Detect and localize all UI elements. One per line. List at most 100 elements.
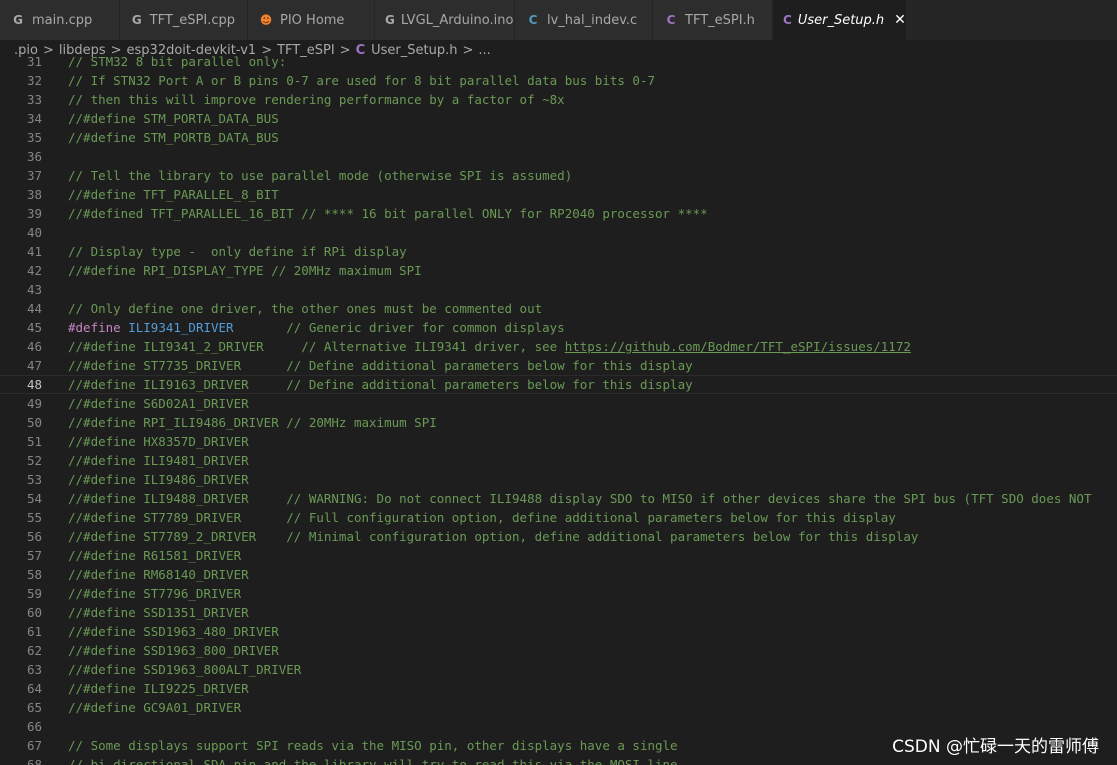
code-line: 39 //#defined TFT_PARALLEL_16_BIT // ****… <box>0 204 1117 223</box>
tab-label: LVGL_Arduino.ino <box>400 12 514 28</box>
code-line: 61 //#define SSD1963_480_DRIVER <box>0 622 1117 641</box>
code-comment: //#define RPI_ILI9486_DRIVER // 20MHz ma… <box>68 415 437 430</box>
code-line: 35 //#define STM_PORTB_DATA_BUS <box>0 128 1117 147</box>
code-comment: //#define ILI9488_DRIVER // WARNING: Do … <box>68 491 1092 506</box>
line-number: 39 <box>26 206 42 221</box>
code-comment: //#define ILI9225_DRIVER <box>68 681 249 696</box>
code-text: // Tell the library to use parallel mode… <box>68 166 572 185</box>
tab-lvgl-arduino-ino[interactable]: G LVGL_Arduino.ino <box>375 0 515 40</box>
code-line: 58 //#define RM68140_DRIVER <box>0 565 1117 584</box>
code-comment: //#define R61581_DRIVER <box>68 548 242 563</box>
code-text: // Display type - only define if RPi dis… <box>68 242 407 261</box>
code-line: 51 //#define HX8357D_DRIVER <box>0 432 1117 451</box>
tab-label: main.cpp <box>32 12 93 28</box>
code-line: 62 //#define SSD1963_800_DRIVER <box>0 641 1117 660</box>
line-number: 50 <box>26 415 42 430</box>
line-number: 45 <box>26 320 42 335</box>
preprocessor-keyword: #define <box>68 320 121 335</box>
code-text: //#define SSD1963_800_DRIVER <box>68 641 279 660</box>
code-text: // STM32 8 bit parallel only: <box>68 52 286 71</box>
code-line: 57 //#define R61581_DRIVER <box>0 546 1117 565</box>
code-text: //#define S6D02A1_DRIVER <box>68 394 249 413</box>
line-number: 36 <box>26 149 42 164</box>
line-number: 54 <box>26 491 42 506</box>
code-text: //#define TFT_PARALLEL_8_BIT <box>68 185 279 204</box>
code-comment: //#define ST7796_DRIVER <box>68 586 242 601</box>
line-number: 38 <box>26 187 42 202</box>
code-comment: //#define RM68140_DRIVER <box>68 567 249 582</box>
code-text: //#define SSD1963_800ALT_DRIVER <box>68 660 301 679</box>
code-line: 49 //#define S6D02A1_DRIVER <box>0 394 1117 413</box>
code-text: //#define RPI_ILI9486_DRIVER // 20MHz ma… <box>68 413 437 432</box>
code-line: 34 //#define STM_PORTA_DATA_BUS <box>0 109 1117 128</box>
code-editor[interactable]: 31 // STM32 8 bit parallel only: 32 // If S… <box>0 52 1117 765</box>
tab-pio-home[interactable]: ☻ PIO Home <box>248 0 375 40</box>
code-comment: // bi-directional SDA pin and the librar… <box>68 757 686 765</box>
line-number: 66 <box>26 719 42 734</box>
code-comment: //#define S6D02A1_DRIVER <box>68 396 249 411</box>
code-text: // Only define one driver, the other one… <box>68 299 542 318</box>
code-line: 56 //#define ST7789_2_DRIVER // Minimal c… <box>0 527 1117 546</box>
code-comment: //#define TFT_PARALLEL_8_BIT <box>68 187 279 202</box>
code-line: 65 //#define GC9A01_DRIVER <box>0 698 1117 717</box>
line-number: 53 <box>26 472 42 487</box>
line-number: 46 <box>26 339 42 354</box>
code-text: //#define ILI9163_DRIVER // Define addit… <box>68 376 693 393</box>
line-number: 40 <box>26 225 42 240</box>
code-text: //#define GC9A01_DRIVER <box>68 698 241 717</box>
code-comment: //#define ST7789_2_DRIVER // Minimal con… <box>68 529 919 544</box>
h-file-icon: C <box>666 13 676 27</box>
line-number: 37 <box>26 168 42 183</box>
code-line: 42 //#define RPI_DISPLAY_TYPE // 20MHz ma… <box>0 261 1117 280</box>
line-number: 52 <box>26 453 42 468</box>
code-line: 53 //#define ILI9486_DRIVER <box>0 470 1117 489</box>
code-comment: //#define HX8357D_DRIVER <box>68 434 249 449</box>
code-text: // bi-directional SDA pin and the librar… <box>68 755 685 765</box>
code-text: //#define HX8357D_DRIVER <box>68 432 249 451</box>
code-text: //#define ST7796_DRIVER <box>68 584 241 603</box>
code-comment: //#defined TFT_PARALLEL_16_BIT // **** 1… <box>68 206 708 221</box>
line-number: 57 <box>26 548 42 563</box>
code-text: //#define ILI9225_DRIVER <box>68 679 249 698</box>
code-line: 31 // STM32 8 bit parallel only: <box>0 52 1117 71</box>
code-comment: //#define SSD1351_DRIVER <box>68 605 249 620</box>
tab-user-setup-h[interactable]: C User_Setup.h ✕ <box>773 0 907 40</box>
tab-tft-espi-h[interactable]: C TFT_eSPI.h <box>653 0 773 40</box>
tab-label: PIO Home <box>280 12 345 28</box>
cpp-file-icon: G <box>131 13 142 27</box>
code-text: //#define ILI9481_DRIVER <box>68 451 249 470</box>
code-text: #define ILI9341_DRIVER // Generic driver… <box>68 318 565 337</box>
macro-name: ILI9341_DRIVER <box>128 320 234 335</box>
line-number: 59 <box>26 586 42 601</box>
code-comment: //#define ILI9481_DRIVER <box>68 453 249 468</box>
code-line: 60 //#define SSD1351_DRIVER <box>0 603 1117 622</box>
code-comment: // then this will improve rendering perf… <box>68 92 565 107</box>
code-text: //#define ILI9486_DRIVER <box>68 470 249 489</box>
code-link[interactable]: https://github.com/Bodmer/TFT_eSPI/issue… <box>565 339 911 354</box>
code-comment: //#define STM_PORTB_DATA_BUS <box>68 130 279 145</box>
tab-main-cpp[interactable]: Gmain.cpp <box>0 0 120 40</box>
code-comment: // Tell the library to use parallel mode… <box>68 168 573 183</box>
watermark: CSDN @忙碌一天的雷师傅 <box>890 732 1101 757</box>
code-line: 41 // Display type - only define if RPi d… <box>0 242 1117 261</box>
code-text: // If STN32 Port A or B pins 0-7 are use… <box>68 71 655 90</box>
code-comment: //#define SSD1963_800ALT_DRIVER <box>68 662 302 677</box>
tab-label: TFT_eSPI.cpp <box>149 12 235 28</box>
code-line: 33 // then this will improve rendering pe… <box>0 90 1117 109</box>
code-text: //#define ST7789_DRIVER // Full configur… <box>68 508 896 527</box>
tab-lv-hal-indev-c[interactable]: Clv_hal_indev.c <box>515 0 653 40</box>
tab-tft-espi-cpp[interactable]: G TFT_eSPI.cpp <box>120 0 248 40</box>
tab-label: TFT_eSPI.h <box>685 12 755 28</box>
code-text: //#define ST7735_DRIVER // Define additi… <box>68 356 693 375</box>
code-line: 48 //#define ILI9163_DRIVER // Define add… <box>0 375 1117 394</box>
editor-tab-bar: Gmain.cpp G TFT_eSPI.cpp ☻ PIO Home G LVGL_Ard… <box>0 0 1117 40</box>
line-number: 33 <box>26 92 42 107</box>
code-text: // Some displays support SPI reads via t… <box>68 736 678 755</box>
code-line: 47 //#define ST7735_DRIVER // Define addi… <box>0 356 1117 375</box>
close-icon[interactable]: ✕ <box>894 12 906 28</box>
line-number: 62 <box>26 643 42 658</box>
line-number: 67 <box>26 738 42 753</box>
line-number: 63 <box>26 662 42 677</box>
code-comment: // If STN32 Port A or B pins 0-7 are use… <box>68 73 655 88</box>
tab-label: User_Setup.h <box>797 12 885 28</box>
